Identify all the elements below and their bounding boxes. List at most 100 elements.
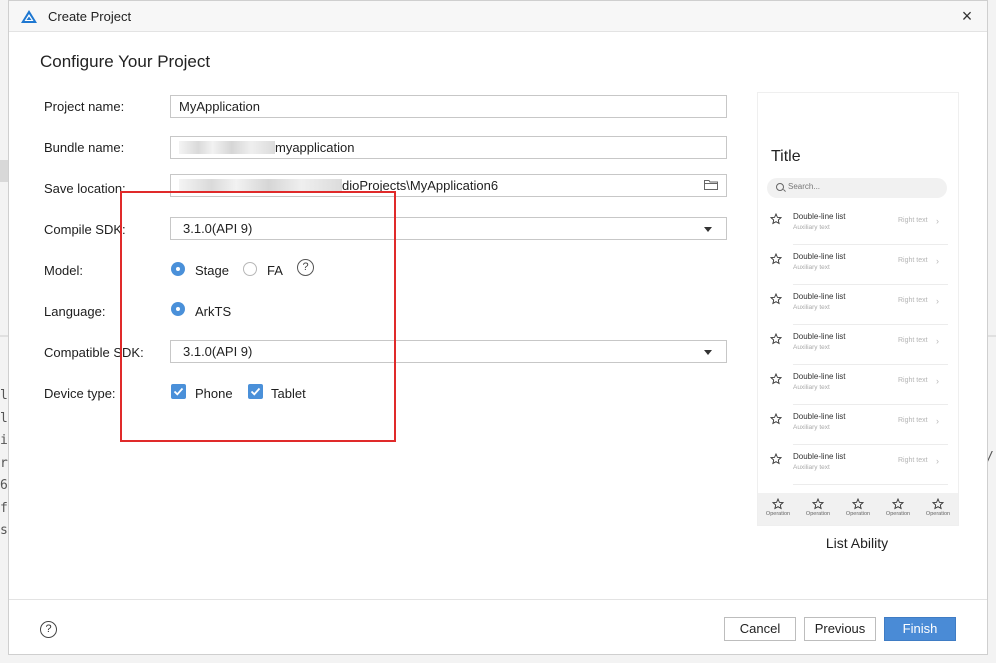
preview-item-aux: Auxiliary text	[793, 304, 830, 311]
model-fa-label[interactable]: FA	[267, 263, 283, 278]
project-name-value: MyApplication	[179, 99, 260, 114]
language-arkts-radio[interactable]	[172, 303, 184, 315]
previous-button[interactable]: Previous	[804, 617, 876, 641]
project-name-input[interactable]: MyApplication	[170, 95, 727, 118]
device-type-label: Device type:	[44, 386, 116, 401]
preview-operation-label: Operation	[805, 511, 831, 517]
deveco-logo-icon	[21, 10, 37, 23]
preview-operation: Operation	[878, 497, 918, 517]
model-stage-label[interactable]: Stage	[195, 263, 229, 278]
preview-list-item: Double-line list Auxiliary text Right text…	[758, 245, 958, 285]
star-icon	[769, 252, 783, 268]
model-stage-radio[interactable]	[172, 263, 184, 275]
preview-item-title: Double-line list	[793, 212, 846, 221]
star-icon	[769, 212, 783, 228]
bundle-name-value: myapplication	[275, 140, 355, 155]
preview-list-item: Double-line list Auxiliary text Right text…	[758, 205, 958, 245]
star-icon	[798, 497, 838, 510]
language-arkts-label[interactable]: ArkTS	[195, 304, 231, 319]
compile-sdk-label: Compile SDK:	[44, 222, 126, 237]
chevron-down-icon	[704, 227, 712, 232]
help-icon[interactable]: ?	[40, 621, 57, 638]
template-caption: List Ability	[825, 535, 889, 551]
folder-icon[interactable]	[704, 179, 718, 190]
preview-item-right-text: Right text	[898, 417, 928, 424]
preview-search-placeholder: Search...	[788, 182, 821, 191]
chevron-right-icon: ›	[936, 296, 939, 306]
preview-item-aux: Auxiliary text	[793, 384, 830, 391]
preview-item-aux: Auxiliary text	[793, 224, 830, 231]
compatible-sdk-label: Compatible SDK:	[44, 345, 144, 360]
model-help-icon[interactable]: ?	[297, 259, 314, 276]
language-label: Language:	[44, 304, 106, 319]
project-name-label: Project name:	[44, 99, 125, 114]
compatible-sdk-select[interactable]: 3.1.0(API 9)	[170, 340, 727, 363]
star-icon	[769, 452, 783, 468]
compatible-sdk-value: 3.1.0(API 9)	[183, 344, 253, 359]
preview-item-title: Double-line list	[793, 372, 846, 381]
preview-operation: Operation	[918, 497, 958, 517]
chevron-right-icon: ›	[936, 336, 939, 346]
star-icon	[769, 372, 783, 388]
title-bar: Create Project ×	[9, 1, 987, 32]
preview-item-aux: Auxiliary text	[793, 464, 830, 471]
compile-sdk-value: 3.1.0(API 9)	[183, 221, 253, 236]
preview-list-item: Double-line list Auxiliary text Right text…	[758, 445, 958, 485]
preview-item-title: Double-line list	[793, 292, 846, 301]
preview-search-bar: Search...	[767, 178, 947, 198]
redacted-text	[179, 179, 342, 192]
preview-operation: Operation	[798, 497, 838, 517]
chevron-right-icon: ›	[936, 216, 939, 226]
close-icon[interactable]: ×	[957, 6, 977, 26]
preview-operation: Operation	[838, 497, 878, 517]
preview-operation: Operation	[758, 497, 798, 517]
preview-bottom-bar: Operation Operation Operation Operation Oper…	[758, 493, 958, 525]
preview-item-aux: Auxiliary text	[793, 344, 830, 351]
preview-item-title: Double-line list	[793, 452, 846, 461]
checkmark-icon	[173, 387, 184, 396]
star-icon	[758, 497, 798, 510]
device-tablet-label[interactable]: Tablet	[271, 386, 306, 401]
preview-operation-label: Operation	[845, 511, 871, 517]
footer-divider	[9, 599, 987, 600]
preview-item-title: Double-line list	[793, 332, 846, 341]
preview-item-title: Double-line list	[793, 412, 846, 421]
preview-operation-label: Operation	[885, 511, 911, 517]
chevron-right-icon: ›	[936, 376, 939, 386]
star-icon	[769, 332, 783, 348]
preview-list-item: Double-line list Auxiliary text Right text…	[758, 285, 958, 325]
finish-button[interactable]: Finish	[884, 617, 956, 641]
preview-item-right-text: Right text	[898, 457, 928, 464]
preview-item-right-text: Right text	[898, 337, 928, 344]
preview-list-item: Double-line list Auxiliary text Right text…	[758, 405, 958, 445]
preview-item-right-text: Right text	[898, 257, 928, 264]
star-icon	[878, 497, 918, 510]
create-project-dialog: Create Project × Configure Your Project …	[8, 0, 988, 655]
preview-title: Title	[771, 148, 801, 165]
star-icon	[838, 497, 878, 510]
device-tablet-checkbox[interactable]	[248, 384, 263, 399]
chevron-down-icon	[704, 350, 712, 355]
model-label: Model:	[44, 263, 84, 278]
preview-item-right-text: Right text	[898, 377, 928, 384]
template-preview: Title Search... Double-line list Auxiliar…	[757, 92, 959, 526]
star-icon	[769, 412, 783, 428]
preview-item-right-text: Right text	[898, 297, 928, 304]
chevron-right-icon: ›	[936, 256, 939, 266]
preview-item-title: Double-line list	[793, 252, 846, 261]
device-phone-label[interactable]: Phone	[195, 386, 233, 401]
bundle-name-label: Bundle name:	[44, 140, 125, 155]
device-phone-checkbox[interactable]	[171, 384, 186, 399]
checkmark-icon	[250, 387, 261, 396]
compile-sdk-select[interactable]: 3.1.0(API 9)	[170, 217, 727, 240]
save-location-input[interactable]: dioProjects\MyApplication6	[170, 174, 727, 197]
save-location-value: dioProjects\MyApplication6	[342, 178, 499, 193]
star-icon	[769, 292, 783, 308]
chevron-right-icon: ›	[936, 456, 939, 466]
preview-operation-label: Operation	[925, 511, 951, 517]
preview-item-aux: Auxiliary text	[793, 264, 830, 271]
cancel-button[interactable]: Cancel	[724, 617, 796, 641]
model-fa-radio[interactable]	[243, 262, 257, 276]
redacted-text	[179, 141, 275, 154]
bundle-name-input[interactable]: myapplication	[170, 136, 727, 159]
